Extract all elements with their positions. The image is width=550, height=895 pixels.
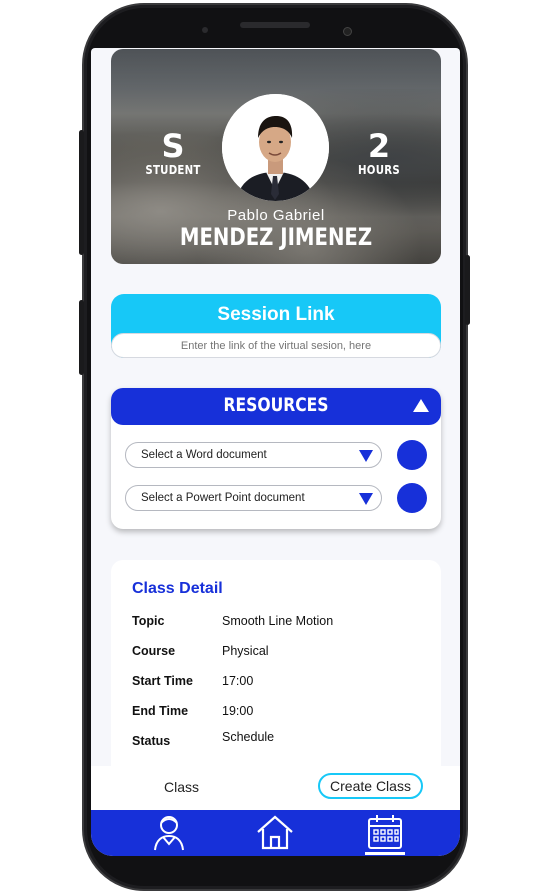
session-link-card: Session Link xyxy=(111,294,441,358)
word-upload-button[interactable] xyxy=(397,440,427,470)
detail-key: Status xyxy=(132,734,171,748)
phone-side-button xyxy=(465,255,470,325)
hours-label: HOURS xyxy=(358,163,400,177)
ppt-document-select[interactable]: Select a Powert Point document xyxy=(125,485,382,511)
home-icon[interactable] xyxy=(255,812,295,852)
bottom-navigation xyxy=(91,810,460,856)
calendar-icon[interactable] xyxy=(365,812,405,852)
detail-value: Schedule xyxy=(222,730,275,744)
phone-side-button xyxy=(79,300,84,375)
detail-value: Smooth Line Motion xyxy=(222,614,334,628)
phone-speaker xyxy=(240,22,310,28)
session-link-input[interactable] xyxy=(111,333,441,358)
app-screen: S STUDENT 2 HOURS Pablo Gabriel MENDEZ J… xyxy=(91,48,460,856)
students-label: STUDENT xyxy=(145,163,201,177)
teacher-last-name: MENDEZ JIMENEZ xyxy=(179,223,373,251)
session-link-title: Session Link xyxy=(217,304,335,325)
chevron-down-icon xyxy=(359,450,373,462)
phone-side-button xyxy=(79,130,84,255)
class-tabs: Class Create Class xyxy=(91,766,460,810)
word-select-label: Select a Word document xyxy=(141,449,267,461)
resources-header[interactable]: RESOURCES xyxy=(111,388,441,425)
user-icon[interactable] xyxy=(149,812,189,852)
phone-camera xyxy=(343,27,352,36)
students-stat: S STUDENT xyxy=(138,129,208,177)
chevron-down-icon xyxy=(359,493,373,505)
hours-stat: 2 HOURS xyxy=(344,129,414,177)
detail-key: Start Time xyxy=(132,674,193,688)
detail-value: 17:00 xyxy=(222,674,254,688)
tab-create-class[interactable]: Create Class xyxy=(318,773,423,799)
detail-key: Course xyxy=(132,644,176,658)
detail-value: 19:00 xyxy=(222,704,254,718)
phone-sensor xyxy=(202,27,208,33)
collapse-icon[interactable] xyxy=(413,399,429,412)
detail-key: End Time xyxy=(132,704,189,718)
ppt-select-label: Select a Powert Point document xyxy=(141,492,305,504)
class-detail-card: Class Detail Topic Smooth Line Motion Co… xyxy=(111,560,441,780)
ppt-upload-button[interactable] xyxy=(397,483,427,513)
teacher-first-name: Pablo Gabriel xyxy=(227,207,325,224)
detail-value: Physical xyxy=(222,644,269,658)
resources-title: RESOURCES xyxy=(223,394,329,416)
profile-hero: S STUDENT 2 HOURS Pablo Gabriel MENDEZ J… xyxy=(111,49,441,264)
students-value: S xyxy=(161,127,185,165)
detail-key: Topic xyxy=(132,614,165,628)
hours-value: 2 xyxy=(367,127,391,165)
avatar xyxy=(222,94,329,201)
class-detail-title: Class Detail xyxy=(132,580,223,597)
resources-panel: RESOURCES Select a Word document Select … xyxy=(111,388,441,529)
tab-class[interactable]: Class xyxy=(164,779,199,795)
active-tab-indicator xyxy=(365,852,405,855)
word-document-select[interactable]: Select a Word document xyxy=(125,442,382,468)
